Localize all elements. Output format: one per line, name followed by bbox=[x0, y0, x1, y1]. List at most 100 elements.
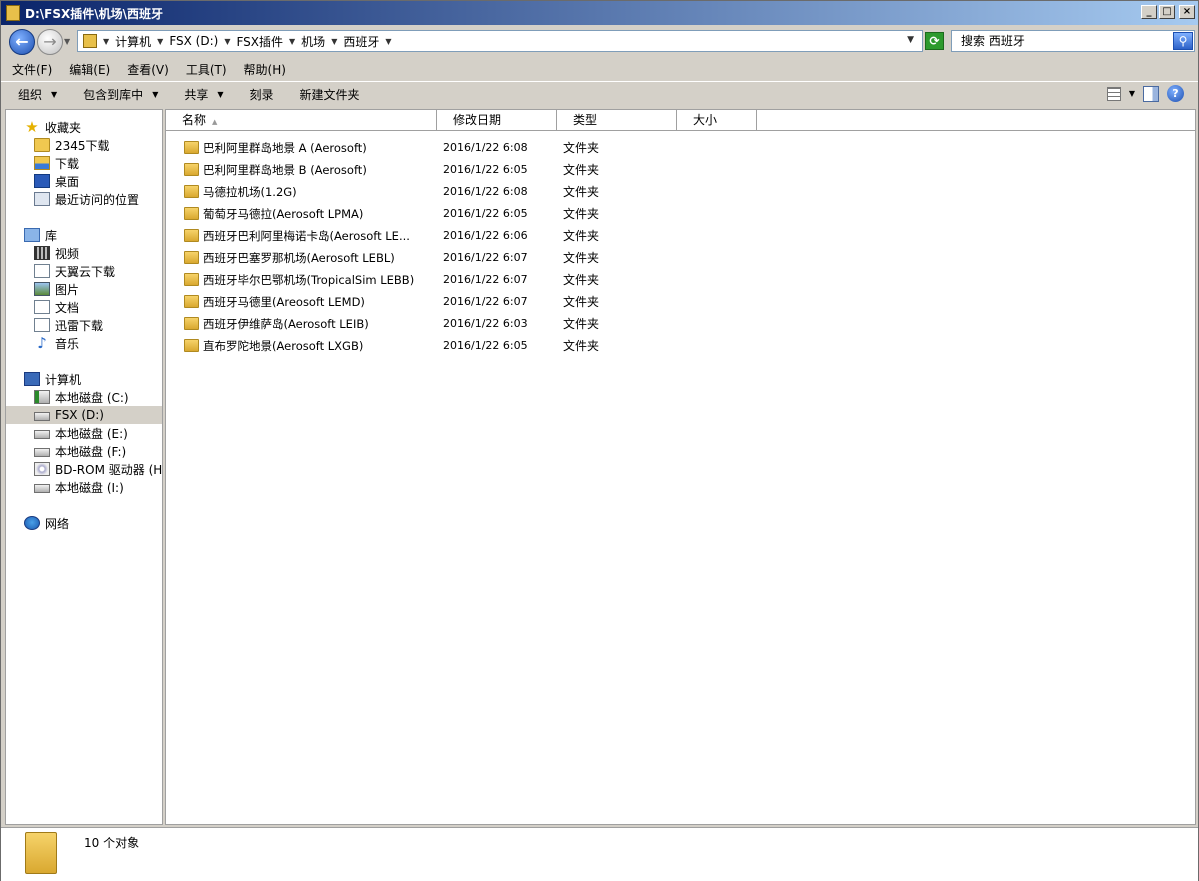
nav-item[interactable]: 本地磁盘 (I:) bbox=[34, 478, 124, 496]
file-name: 直布罗陀地景(Aerosoft LXGB) bbox=[203, 339, 364, 353]
file-date: 2016/1/22 6:05 bbox=[443, 163, 528, 176]
chevron-down-icon[interactable]: ▼ bbox=[331, 37, 337, 46]
address-bar[interactable]: ▼ 计算机 ▼ FSX (D:) ▼ FSX插件 ▼ 机场 ▼ 西班牙 ▼ ▼ bbox=[77, 30, 923, 52]
nav-item[interactable]: 本地磁盘 (C:) bbox=[34, 388, 129, 406]
chevron-down-icon[interactable]: ▼ bbox=[157, 37, 163, 46]
breadcrumb-item[interactable]: 计算机 bbox=[115, 33, 151, 50]
help-icon[interactable]: ? bbox=[1167, 85, 1184, 102]
close-button[interactable]: × bbox=[1179, 5, 1195, 19]
chevron-down-icon[interactable]: ▼ bbox=[1129, 89, 1135, 98]
share-label: 共享 bbox=[184, 88, 209, 102]
column-header-type[interactable]: 类型 bbox=[557, 110, 677, 130]
column-header-name[interactable]: 名称 ▲ bbox=[166, 110, 437, 130]
nav-favorites[interactable]: ★ 收藏夹 bbox=[24, 118, 81, 136]
chevron-down-icon[interactable]: ▼ bbox=[289, 37, 295, 46]
drive-icon bbox=[34, 484, 50, 493]
nav-label: 天翼云下载 bbox=[55, 264, 116, 279]
command-bar: 组织 ▼ 包含到库中 ▼ 共享 ▼ 刻录 新建文件夹 ▼ ? bbox=[1, 81, 1198, 107]
folder-icon bbox=[184, 317, 199, 330]
nav-item[interactable]: BD-ROM 驱动器 (H:) bbox=[34, 460, 162, 478]
drive-icon bbox=[34, 448, 50, 457]
column-header-row: 名称 ▲ 修改日期 类型 大小 bbox=[166, 110, 1195, 131]
chevron-down-icon[interactable]: ▼ bbox=[224, 37, 230, 46]
file-row[interactable]: 西班牙伊维萨岛(Aerosoft LEIB) 2016/1/22 6:03 文件夹 bbox=[166, 313, 1195, 335]
file-row[interactable]: 直布罗陀地景(Aerosoft LXGB) 2016/1/22 6:05 文件夹 bbox=[166, 335, 1195, 357]
column-header-date[interactable]: 修改日期 bbox=[437, 110, 557, 130]
file-row[interactable]: 葡萄牙马德拉(Aerosoft LPMA) 2016/1/22 6:05 文件夹 bbox=[166, 203, 1195, 225]
file-date: 2016/1/22 6:05 bbox=[443, 339, 528, 352]
file-type: 文件夹 bbox=[563, 251, 600, 265]
nav-libraries[interactable]: 库 bbox=[24, 226, 57, 244]
nav-item[interactable]: 视频 bbox=[34, 244, 79, 262]
nav-label: 库 bbox=[45, 228, 58, 243]
menu-help[interactable]: 帮助(H) bbox=[244, 61, 286, 78]
file-row[interactable]: 西班牙巴利阿里梅诺卡岛(Aerosoft LE... 2016/1/22 6:06… bbox=[166, 225, 1195, 247]
nav-item[interactable]: 文档 bbox=[34, 298, 79, 316]
organize-label: 组织 bbox=[18, 88, 43, 102]
file-date: 2016/1/22 6:07 bbox=[443, 251, 528, 264]
organize-button[interactable]: 组织 ▼ bbox=[18, 86, 57, 103]
address-history-dropdown-icon[interactable]: ▼ bbox=[907, 35, 914, 45]
nav-item[interactable]: 2345下载 bbox=[34, 136, 110, 154]
nav-network[interactable]: 网络 bbox=[24, 514, 69, 532]
nav-item[interactable]: 下载 bbox=[34, 154, 79, 172]
menu-file[interactable]: 文件(F) bbox=[12, 61, 52, 78]
maximize-button[interactable]: □ bbox=[1159, 5, 1175, 19]
nav-item[interactable]: ♪ 音乐 bbox=[34, 334, 79, 352]
breadcrumb-item[interactable]: FSX插件 bbox=[236, 33, 283, 50]
nav-item[interactable]: 图片 bbox=[34, 280, 79, 298]
file-type: 文件夹 bbox=[563, 317, 600, 331]
nav-item-selected[interactable]: FSX (D:) bbox=[6, 406, 162, 424]
file-name: 葡萄牙马德拉(Aerosoft LPMA) bbox=[203, 207, 364, 221]
nav-computer[interactable]: 计算机 bbox=[24, 370, 81, 388]
preview-pane-icon[interactable] bbox=[1143, 85, 1159, 102]
new-folder-button[interactable]: 新建文件夹 bbox=[300, 86, 360, 103]
breadcrumb-item[interactable]: 机场 bbox=[301, 33, 325, 50]
menu-view[interactable]: 查看(V) bbox=[127, 61, 169, 78]
nav-item[interactable]: 最近访问的位置 bbox=[34, 190, 139, 208]
file-row[interactable]: 西班牙巴塞罗那机场(Aerosoft LEBL) 2016/1/22 6:07 文件… bbox=[166, 247, 1195, 269]
forward-button[interactable]: → bbox=[37, 29, 63, 55]
include-label: 包含到库中 bbox=[83, 88, 144, 102]
breadcrumb-item[interactable]: FSX (D:) bbox=[169, 34, 218, 48]
nav-label: 计算机 bbox=[45, 372, 82, 387]
computer-icon bbox=[24, 372, 40, 386]
menu-edit[interactable]: 编辑(E) bbox=[69, 61, 110, 78]
nav-label: 本地磁盘 (E:) bbox=[55, 426, 128, 441]
refresh-button[interactable]: ⟳ bbox=[925, 32, 944, 50]
nav-item[interactable]: 本地磁盘 (F:) bbox=[34, 442, 126, 460]
nav-item[interactable]: 本地磁盘 (E:) bbox=[34, 424, 128, 442]
item-count: 10 个对象 bbox=[84, 836, 140, 850]
nav-label: FSX (D:) bbox=[55, 408, 104, 422]
file-name: 西班牙马德里(Areosoft LEMD) bbox=[203, 295, 365, 309]
search-icon[interactable]: ⚲ bbox=[1173, 32, 1193, 50]
burn-button[interactable]: 刻录 bbox=[250, 86, 274, 103]
back-button[interactable]: ← bbox=[9, 29, 35, 55]
view-options-icon[interactable] bbox=[1106, 86, 1121, 101]
breadcrumb-item[interactable]: 西班牙 bbox=[343, 33, 379, 50]
library-icon bbox=[24, 228, 40, 242]
file-row[interactable]: 马德拉机场(1.2G) 2016/1/22 6:08 文件夹 bbox=[166, 181, 1195, 203]
chevron-down-icon[interactable]: ▼ bbox=[103, 37, 109, 46]
nav-item[interactable]: 迅雷下载 bbox=[34, 316, 103, 334]
share-button[interactable]: 共享 ▼ bbox=[184, 86, 223, 103]
file-row[interactable]: 西班牙毕尔巴鄂机场(TropicalSim LEBB) 2016/1/22 6:0… bbox=[166, 269, 1195, 291]
file-row[interactable]: 巴利阿里群岛地景 B (Aerosoft) 2016/1/22 6:05 文件夹 bbox=[166, 159, 1195, 181]
nav-item[interactable]: 桌面 bbox=[34, 172, 79, 190]
file-row[interactable]: 巴利阿里群岛地景 A (Aerosoft) 2016/1/22 6:08 文件夹 bbox=[166, 137, 1195, 159]
file-row[interactable]: 西班牙马德里(Areosoft LEMD) 2016/1/22 6:07 文件夹 bbox=[166, 291, 1195, 313]
column-header-size[interactable]: 大小 bbox=[677, 110, 757, 130]
menu-tools[interactable]: 工具(T) bbox=[186, 61, 227, 78]
nav-label: 迅雷下载 bbox=[55, 318, 104, 333]
recent-pages-dropdown-icon[interactable]: ▼ bbox=[64, 37, 74, 47]
file-type: 文件夹 bbox=[563, 339, 600, 353]
minimize-button[interactable]: _ bbox=[1141, 5, 1157, 19]
nav-label: 收藏夹 bbox=[45, 120, 82, 135]
file-type: 文件夹 bbox=[563, 273, 600, 287]
nav-item[interactable]: 天翼云下载 bbox=[34, 262, 115, 280]
title-bar: D:\FSX插件\机场\西班牙 _ □ × bbox=[1, 1, 1198, 25]
chevron-down-icon[interactable]: ▼ bbox=[385, 37, 391, 46]
include-in-library-button[interactable]: 包含到库中 ▼ bbox=[83, 86, 158, 103]
picture-icon bbox=[34, 282, 50, 296]
search-input[interactable] bbox=[961, 34, 1161, 48]
